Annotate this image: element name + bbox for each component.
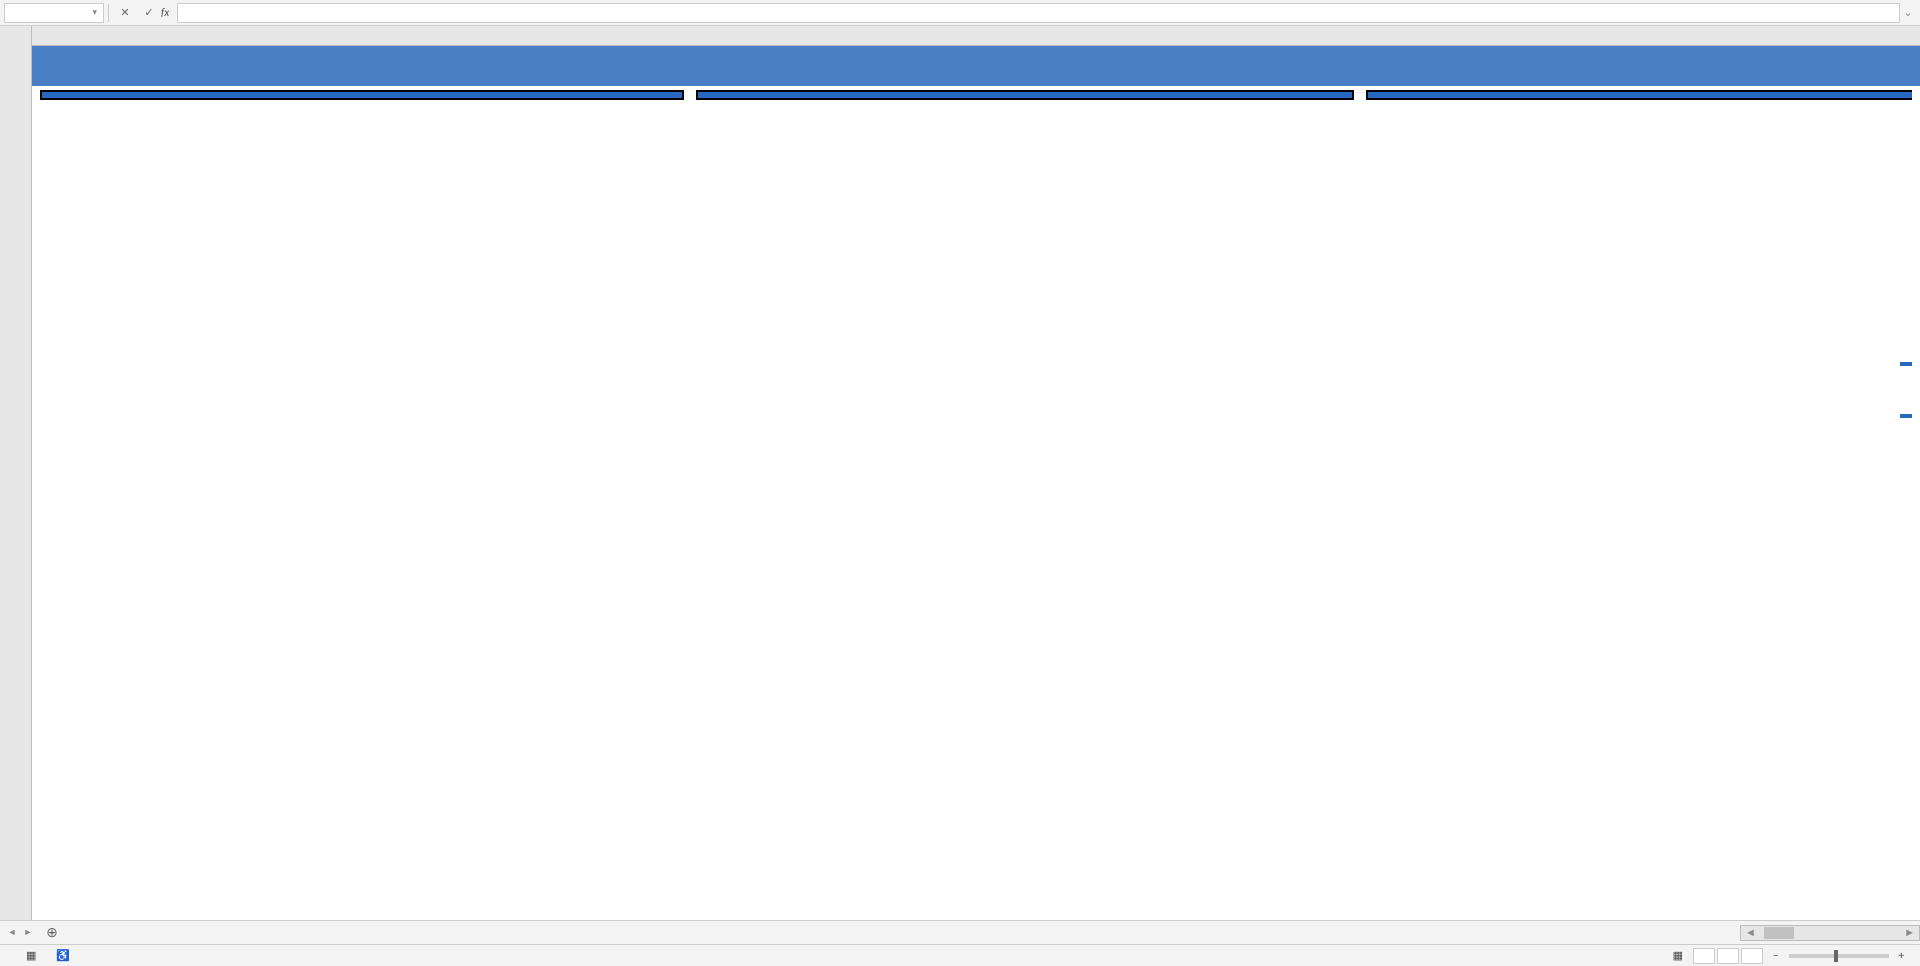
profit-loss-panel bbox=[40, 90, 684, 100]
sheet-tabs-bar: ◄ ► ⊕ ◄► bbox=[0, 920, 1920, 944]
horizontal-scrollbar[interactable]: ◄► bbox=[1740, 925, 1920, 941]
status-bar: ▦ ♿ ▦ − + bbox=[0, 944, 1920, 966]
macro-icon[interactable]: ▦ bbox=[26, 949, 36, 962]
view-page-break-icon[interactable] bbox=[1741, 948, 1763, 964]
name-box[interactable]: ▾ bbox=[4, 3, 104, 23]
zoom-out-icon[interactable]: − bbox=[1773, 949, 1778, 962]
cf-title bbox=[1368, 92, 1912, 98]
tab-nav-prev-icon[interactable]: ◄ bbox=[4, 927, 20, 938]
select-all-corner[interactable] bbox=[0, 26, 32, 46]
formula-bar: ▾ ✕ ✓ fx ⌄ bbox=[0, 0, 1920, 26]
dropdown-icon[interactable]: ▾ bbox=[92, 7, 97, 18]
cash-flow-panel bbox=[1366, 90, 1912, 100]
zoom-in-icon[interactable]: + bbox=[1899, 949, 1904, 962]
ext-label-ebitd bbox=[1900, 414, 1912, 418]
bs-title bbox=[698, 92, 1352, 98]
zoom-slider[interactable] bbox=[1789, 954, 1889, 958]
add-sheet-icon[interactable]: ⊕ bbox=[40, 924, 64, 941]
column-headers bbox=[0, 26, 1920, 46]
view-normal-icon[interactable] bbox=[1693, 948, 1715, 964]
row-headers bbox=[0, 46, 32, 938]
worksheet-grid[interactable] bbox=[32, 46, 1920, 938]
title-banner bbox=[32, 46, 1920, 86]
pl-title bbox=[42, 92, 682, 98]
view-page-layout-icon[interactable] bbox=[1717, 948, 1739, 964]
formula-input[interactable] bbox=[177, 3, 1900, 23]
confirm-icon[interactable]: ✓ bbox=[137, 3, 161, 23]
expand-formula-icon[interactable]: ⌄ bbox=[1900, 6, 1916, 19]
fx-icon[interactable]: fx bbox=[161, 6, 169, 19]
cancel-icon[interactable]: ✕ bbox=[113, 3, 137, 23]
tab-nav-next-icon[interactable]: ► bbox=[20, 927, 36, 938]
ext-label-sales bbox=[1900, 362, 1912, 366]
balance-sheet-panel bbox=[696, 90, 1354, 100]
